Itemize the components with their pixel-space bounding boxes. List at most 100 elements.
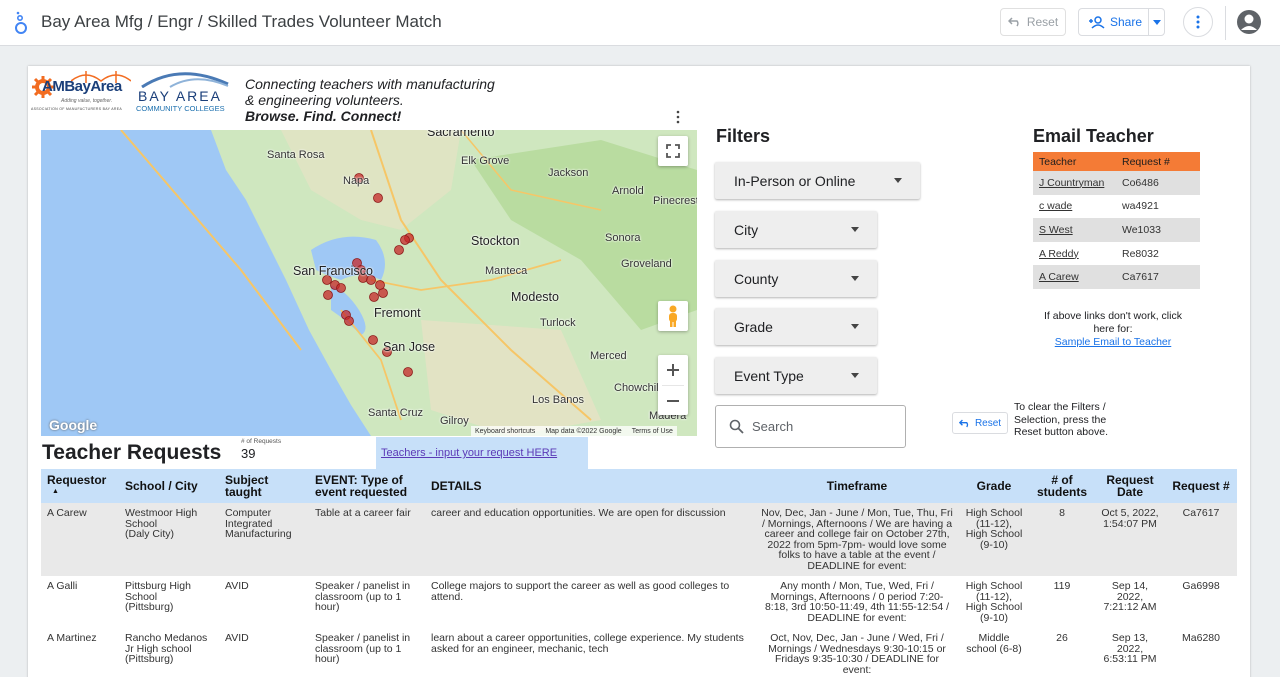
request-number: Ca7617 xyxy=(1116,265,1200,289)
filter-label: Grade xyxy=(734,318,773,335)
column-header-requestor[interactable]: Requestor ▲ xyxy=(41,469,119,503)
terms-of-use-link[interactable]: Terms of Use xyxy=(632,428,673,435)
cell-students: 119 xyxy=(1053,580,1071,592)
chevron-down-icon xyxy=(851,227,859,232)
column-header-details[interactable]: DETAILS xyxy=(425,469,755,503)
request-number: Re8032 xyxy=(1122,247,1159,260)
column-header-request[interactable]: Request # xyxy=(1116,152,1200,171)
sample-email-link[interactable]: Sample Email to Teacher xyxy=(1033,336,1193,349)
filter-county[interactable]: County xyxy=(715,260,877,297)
zoom-in-button[interactable] xyxy=(666,355,680,385)
filter-label: City xyxy=(734,221,759,238)
fullscreen-button[interactable] xyxy=(658,136,688,166)
cell-school: Rancho Medanos Jr High school (Pittsburg… xyxy=(125,632,208,665)
share-button[interactable]: Share xyxy=(1078,8,1165,36)
table-row[interactable]: A Martinez Rancho Medanos Jr High school… xyxy=(41,628,1237,677)
table-row[interactable]: A Carew Westmoor High School (Daly City)… xyxy=(41,503,1237,576)
zoom-out-button[interactable] xyxy=(662,385,684,415)
ambayarea-wordmark: AMBayArea xyxy=(42,78,122,95)
cell-students: 26 xyxy=(1056,632,1068,644)
request-count-label: # of Requests xyxy=(241,438,282,445)
map-label-fremont: Fremont xyxy=(374,306,421,320)
search-input[interactable]: Search xyxy=(715,405,906,448)
map-label-modesto: Modesto xyxy=(511,290,559,304)
account-avatar-icon[interactable] xyxy=(1236,9,1262,35)
email-fallback-text: If above links don't work, click here fo… xyxy=(1044,310,1182,335)
cell-details: career and education opportunities. We a… xyxy=(425,503,755,576)
map-label-sonora: Sonora xyxy=(605,232,641,244)
filter-city[interactable]: City xyxy=(715,211,877,248)
keyboard-shortcuts-link[interactable]: Keyboard shortcuts xyxy=(475,428,535,435)
email-teacher-heading: Email Teacher xyxy=(1033,126,1154,146)
cell-request-date: Oct 5, 2022, 1:54:07 PM xyxy=(1095,503,1165,576)
filter-in-person-online[interactable]: In-Person or Online xyxy=(715,162,920,199)
cell-request-number: Ca7617 xyxy=(1165,503,1237,576)
cell-grade: High School (11-12), High School (9-10) xyxy=(965,580,1023,624)
filters-heading: Filters xyxy=(716,126,771,146)
email-fallback-note: If above links don't work, click here fo… xyxy=(1033,310,1193,349)
tagline-line-1: Connecting teachers with manufacturing xyxy=(245,76,495,92)
reset-button-label: Reset xyxy=(1026,15,1059,29)
cell-request-number: Ma6280 xyxy=(1182,632,1220,644)
cell-event: Table at a career fair xyxy=(309,503,425,576)
teacher-email-link[interactable]: c wade xyxy=(1033,195,1116,219)
teacher-email-link[interactable]: J Countryman xyxy=(1033,171,1116,195)
cell-subject: AVID xyxy=(225,580,249,592)
ambayarea-logo: AMBayArea Adding value, together. ASSOCI… xyxy=(31,69,133,113)
looker-studio-logo-icon[interactable] xyxy=(14,11,28,35)
map-label-merced: Merced xyxy=(590,350,627,362)
undo-icon xyxy=(958,419,969,427)
ambayarea-fullname: ASSOCIATION OF MANUFACTURERS BAY AREA xyxy=(31,107,123,111)
toolbar-divider xyxy=(1225,6,1226,40)
column-header-school[interactable]: School / City xyxy=(119,469,219,503)
column-header-students[interactable]: # of students xyxy=(1029,469,1095,503)
cell-request-date: Sep 14, 2022, 7:21:12 AM xyxy=(1103,580,1157,613)
column-header-request-number[interactable]: Request # xyxy=(1165,469,1237,503)
column-header-request-date[interactable]: Request Date xyxy=(1095,469,1165,503)
teacher-requests-heading: Teacher Requests xyxy=(42,441,222,464)
column-header-grade[interactable]: Grade xyxy=(959,469,1029,503)
zoom-controls xyxy=(658,355,688,415)
map-label-san-jose: San Jose xyxy=(383,340,436,354)
table-row: A Reddy Re8032 xyxy=(1033,242,1200,266)
chart-more-icon[interactable] xyxy=(674,110,682,124)
chevron-down-icon xyxy=(851,276,859,281)
map-label-los-banos: Los Banos xyxy=(532,394,584,406)
more-options-button[interactable] xyxy=(1183,7,1213,37)
street-view-pegman-button[interactable] xyxy=(658,301,688,331)
cell-event: Speaker / panelist in classroom (up to 1… xyxy=(315,632,411,665)
filter-label: County xyxy=(734,270,779,287)
teacher-email-link[interactable]: A Reddy xyxy=(1033,242,1116,266)
reset-filters-button[interactable]: Reset xyxy=(952,412,1008,434)
pegman-icon xyxy=(669,305,677,327)
email-teacher-table: Teacher Request # J Countryman Co6486 c … xyxy=(1033,152,1200,289)
google-map-logo: Google xyxy=(49,417,98,433)
filter-event-type[interactable]: Event Type xyxy=(715,357,877,394)
reset-button[interactable]: Reset xyxy=(1000,8,1066,36)
column-header-subject[interactable]: Subject taught xyxy=(219,469,309,503)
table-row: S West We1033 xyxy=(1033,218,1200,242)
teacher-email-link[interactable]: S West xyxy=(1033,218,1116,242)
table-row[interactable]: A Galli Pittsburg High School (Pittsburg… xyxy=(41,576,1237,628)
ambayarea-tagline: Adding value, together. xyxy=(61,98,113,104)
chevron-down-icon xyxy=(851,373,859,378)
teacher-email-link[interactable]: A Carew xyxy=(1033,265,1116,289)
cell-timeframe: Oct, Nov, Dec, Jan - June / Wed, Fri / M… xyxy=(768,632,946,676)
column-header-teacher[interactable]: Teacher xyxy=(1033,152,1116,171)
filter-label: Event Type xyxy=(734,367,804,384)
map-data-attribution: Map data ©2022 Google xyxy=(545,427,622,435)
minus-icon xyxy=(667,399,679,402)
filter-label: In-Person or Online xyxy=(734,172,856,189)
column-header-event[interactable]: EVENT: Type of event requested xyxy=(309,469,425,503)
table-header-row: Teacher Request # xyxy=(1033,152,1200,171)
cell-event: Speaker / panelist in classroom (up to 1… xyxy=(315,580,411,613)
column-header-timeframe[interactable]: Timeframe xyxy=(755,469,959,503)
share-options-dropdown[interactable] xyxy=(1149,19,1164,25)
requests-map[interactable]: Sacramento Santa Rosa Elk Grove Jackson … xyxy=(41,130,697,436)
cell-subject: Computer Integrated Manufacturing xyxy=(219,503,309,576)
teacher-input-request-link[interactable]: Teachers - input your request HERE xyxy=(376,437,588,469)
tagline-line-2: & engineering volunteers. xyxy=(245,92,404,108)
cell-requestor: A Galli xyxy=(47,580,78,592)
column-header-label: Requestor xyxy=(47,473,107,487)
filter-grade[interactable]: Grade xyxy=(715,308,877,345)
